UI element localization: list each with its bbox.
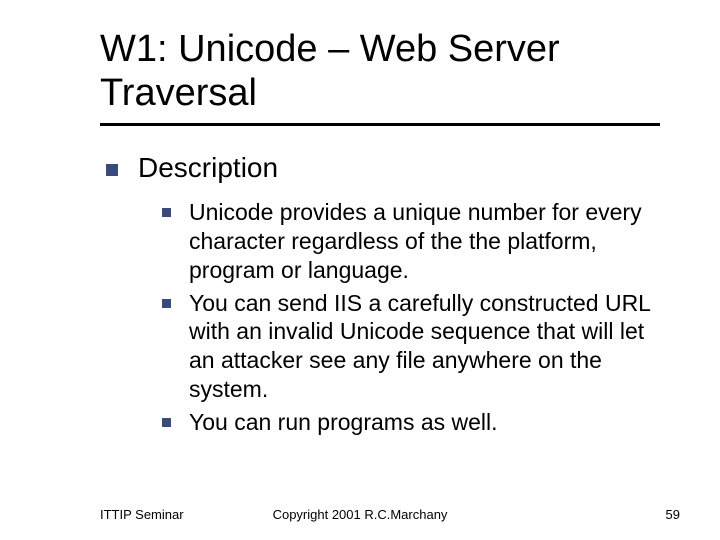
slide: W1: Unicode – Web Server Traversal Descr… (0, 0, 720, 540)
list-item-text: You can send IIS a carefully constructed… (189, 289, 672, 404)
section-heading: Description (138, 152, 278, 184)
list-item: You can run programs as well. (162, 408, 672, 437)
title-underline (100, 123, 660, 126)
square-bullet-icon (162, 299, 171, 308)
footer-left: ITTIP Seminar (100, 507, 184, 522)
section-row: Description (106, 152, 672, 184)
list-item-text: You can run programs as well. (189, 408, 498, 437)
square-bullet-icon (162, 208, 171, 217)
bullet-list: Unicode provides a unique number for eve… (162, 198, 672, 436)
footer-right: 59 (666, 507, 680, 522)
square-bullet-icon (106, 164, 118, 176)
footer-center: Copyright 2001 R.C.Marchany (273, 507, 448, 522)
list-item-text: Unicode provides a unique number for eve… (189, 198, 672, 284)
square-bullet-icon (162, 418, 171, 427)
slide-title: W1: Unicode – Web Server Traversal (100, 28, 672, 115)
list-item: You can send IIS a carefully constructed… (162, 289, 672, 404)
footer: ITTIP Seminar Copyright 2001 R.C.Marchan… (0, 507, 720, 522)
list-item: Unicode provides a unique number for eve… (162, 198, 672, 284)
